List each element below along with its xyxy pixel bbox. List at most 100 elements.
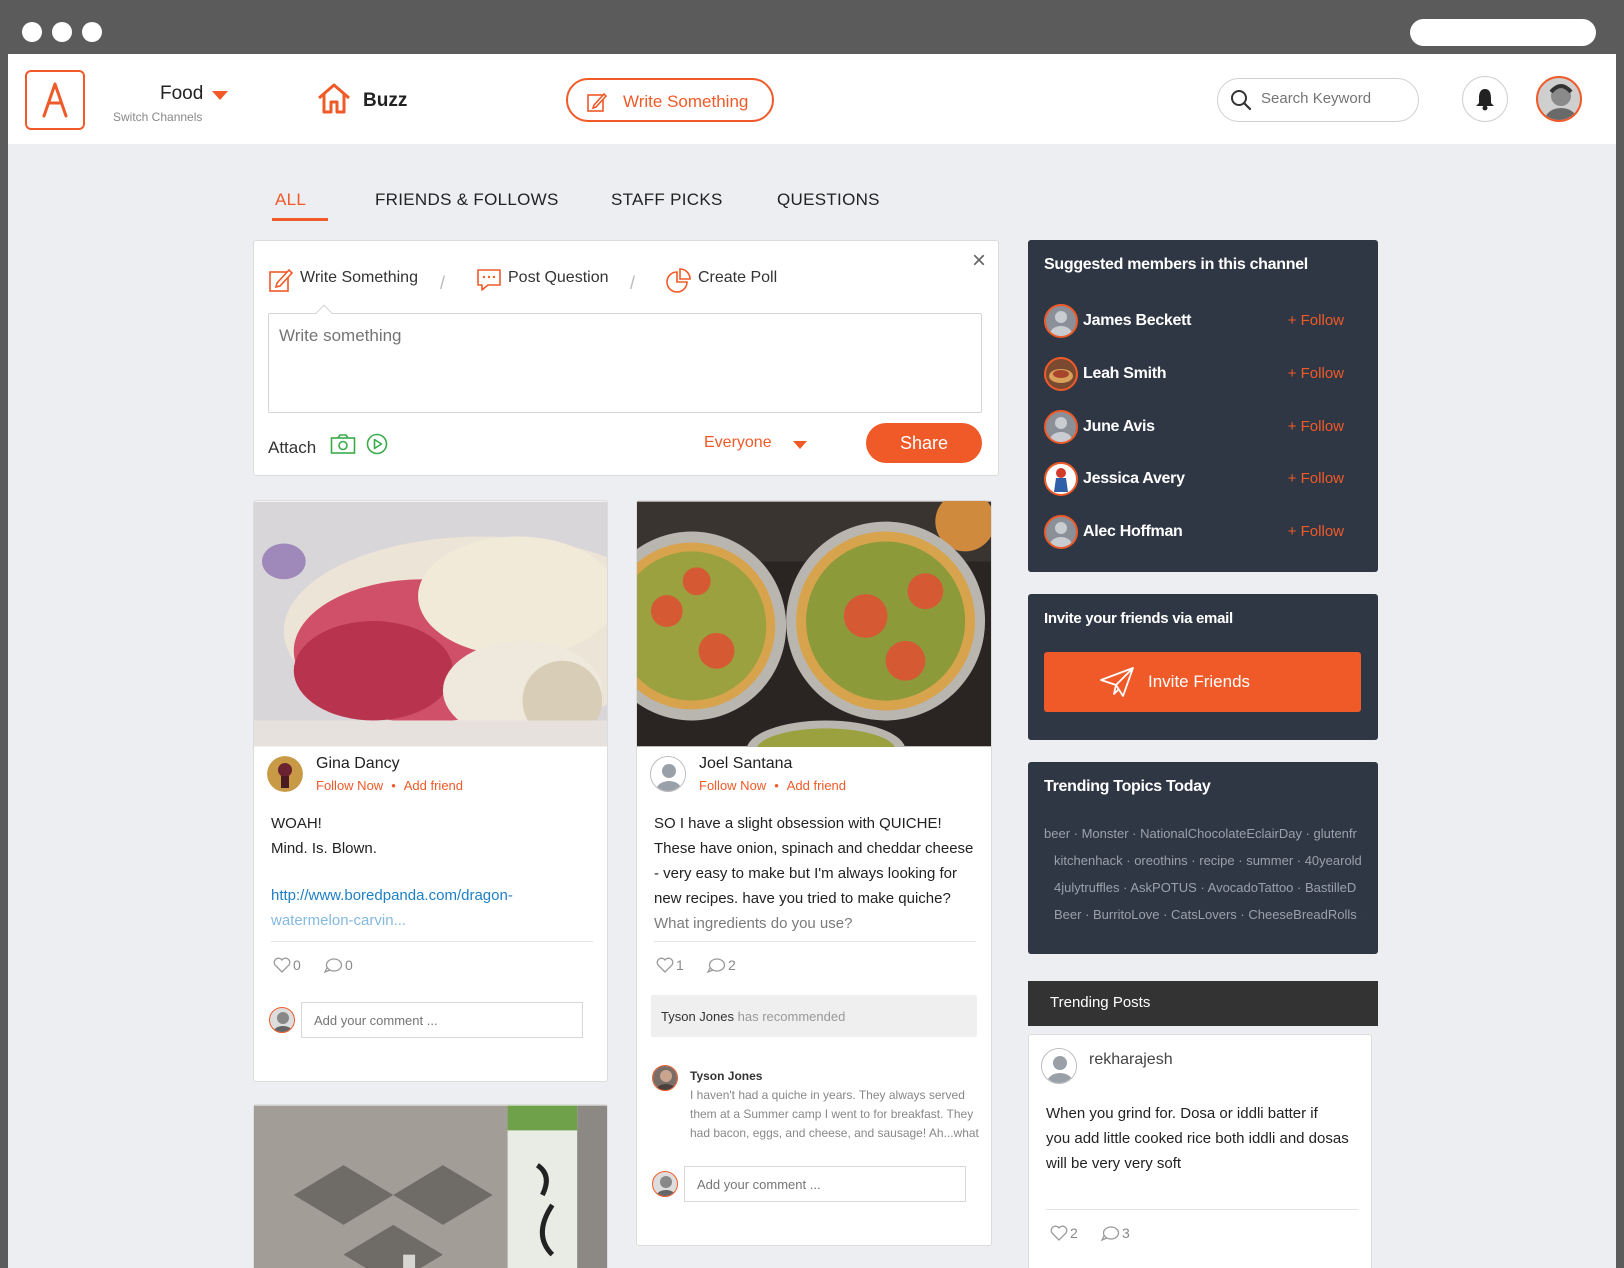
post-image[interactable] xyxy=(254,1105,607,1268)
follow-button[interactable]: + Follow xyxy=(1288,470,1344,487)
avatar[interactable] xyxy=(1044,462,1078,496)
poster-actions: Follow Now • Add friend xyxy=(699,778,846,793)
topic-line[interactable]: beer · Monster · NationalChocolateEclair… xyxy=(1044,820,1362,847)
avatar[interactable] xyxy=(650,756,686,792)
composer-poll-option[interactable]: Create Poll xyxy=(666,268,777,293)
home-icon[interactable] xyxy=(316,82,352,114)
channel-name[interactable]: Food xyxy=(160,83,203,105)
tab-staff-picks[interactable]: STAFF PICKS xyxy=(611,190,723,210)
add-friend-link[interactable]: Add friend xyxy=(787,778,846,793)
notifications-button[interactable] xyxy=(1462,76,1508,122)
post-image[interactable] xyxy=(637,501,991,747)
avatar[interactable] xyxy=(1044,410,1078,444)
post-text-input[interactable] xyxy=(268,313,982,413)
follow-now-link[interactable]: Follow Now xyxy=(699,778,766,793)
poster-name[interactable]: rekharajesh xyxy=(1089,1051,1173,1069)
reply-text-line: had bacon, eggs, and cheese, and sausage… xyxy=(690,1126,979,1140)
member-name[interactable]: June Avis xyxy=(1083,418,1155,436)
reply-author[interactable]: Tyson Jones xyxy=(690,1069,762,1083)
user-avatar[interactable] xyxy=(1536,76,1582,122)
reply-avatar[interactable] xyxy=(652,1065,678,1091)
post-link[interactable]: watermelon-carvin... xyxy=(271,908,591,933)
address-bar[interactable] xyxy=(1410,19,1596,46)
poster-name[interactable]: Joel Santana xyxy=(699,755,792,773)
like-count[interactable]: 0 xyxy=(273,957,301,973)
post-body: SO I have a slight obsession with QUICHE… xyxy=(654,811,984,931)
channel-dropdown-icon[interactable] xyxy=(212,91,228,100)
window-minimize-dot[interactable] xyxy=(52,22,72,42)
topic-line[interactable]: Beer · BurritoLove · CatsLovers · Cheese… xyxy=(1044,901,1362,928)
like-count-value: 1 xyxy=(676,957,684,973)
follow-button[interactable]: + Follow xyxy=(1288,523,1344,540)
comment-icon xyxy=(1100,1226,1120,1242)
member-name[interactable]: Alec Hoffman xyxy=(1083,523,1183,541)
video-icon[interactable] xyxy=(366,433,388,455)
edit-icon xyxy=(587,92,608,112)
avatar[interactable] xyxy=(1041,1048,1077,1084)
attach-label: Attach xyxy=(268,438,317,457)
topic-line[interactable]: kitchenhack · oreothins · recipe · summe… xyxy=(1044,847,1362,874)
post-text-line: will be very very soft xyxy=(1046,1155,1182,1172)
member-name[interactable]: Jessica Avery xyxy=(1083,470,1185,488)
buzz-nav-label[interactable]: Buzz xyxy=(363,90,407,112)
member-row: Jessica Avery + Follow xyxy=(1044,462,1354,498)
post-card xyxy=(253,1104,608,1268)
chevron-down-icon[interactable] xyxy=(793,441,807,449)
avatar-image xyxy=(1054,468,1068,492)
post-image[interactable] xyxy=(254,501,607,747)
audience-select[interactable]: Everyone xyxy=(704,434,772,452)
like-count[interactable]: 2 xyxy=(1050,1225,1078,1241)
comment-count[interactable]: 2 xyxy=(706,957,736,974)
invite-panel: Invite your friends via email Invite Fri… xyxy=(1028,594,1378,740)
follow-button[interactable]: + Follow xyxy=(1288,312,1344,329)
panel-title: Invite your friends via email xyxy=(1044,610,1233,627)
search-box[interactable] xyxy=(1217,78,1419,122)
member-name[interactable]: Leah Smith xyxy=(1083,365,1167,383)
close-icon[interactable]: × xyxy=(972,249,986,273)
comment-input[interactable] xyxy=(684,1166,966,1202)
member-row: Alec Hoffman + Follow xyxy=(1044,515,1354,551)
composer-write-option[interactable]: Write Something xyxy=(268,268,418,292)
comment-input[interactable] xyxy=(301,1002,583,1038)
comment-count[interactable]: 3 xyxy=(1100,1225,1130,1242)
post-link[interactable]: http://www.boredpanda.com/dragon- xyxy=(271,883,591,908)
window-close-dot[interactable] xyxy=(22,22,42,42)
reply-body: I haven't had a quiche in years. They al… xyxy=(690,1086,980,1143)
camera-icon[interactable] xyxy=(330,433,356,455)
post-body: WOAH! Mind. Is. Blown. http://www.boredp… xyxy=(271,811,591,933)
follow-button[interactable]: + Follow xyxy=(1288,365,1344,382)
post-body: When you grind for. Dosa or iddli batter… xyxy=(1046,1101,1366,1176)
post-text-line: new recipes. have you tried to make quic… xyxy=(654,890,951,907)
recommender-name[interactable]: Tyson Jones xyxy=(661,1009,734,1024)
edit-icon xyxy=(269,268,294,292)
write-something-label: Write Something xyxy=(623,92,749,111)
post-text-line: When you grind for. Dosa or iddli batter… xyxy=(1046,1105,1318,1122)
tab-all[interactable]: ALL xyxy=(275,190,306,210)
share-button[interactable]: Share xyxy=(866,423,982,463)
avatar[interactable] xyxy=(1044,357,1078,391)
member-name[interactable]: James Beckett xyxy=(1083,312,1191,330)
search-input[interactable] xyxy=(1261,90,1406,107)
add-friend-link[interactable]: Add friend xyxy=(404,778,463,793)
avatar[interactable] xyxy=(1044,304,1078,338)
app-logo[interactable] xyxy=(25,70,85,130)
dot-separator: • xyxy=(391,778,396,793)
topic-line[interactable]: 4julytruffles · AskPOTUS · AvocadoTattoo… xyxy=(1044,874,1362,901)
tab-questions[interactable]: QUESTIONS xyxy=(777,190,880,210)
window-maximize-dot[interactable] xyxy=(82,22,102,42)
reply-text-line: I haven't had a quiche in years. They al… xyxy=(690,1088,965,1102)
channel-switch-label[interactable]: Switch Channels xyxy=(113,110,202,124)
tab-friends-follows[interactable]: FRIENDS & FOLLOWS xyxy=(375,190,559,210)
follow-now-link[interactable]: Follow Now xyxy=(316,778,383,793)
poster-name[interactable]: Gina Dancy xyxy=(316,755,400,773)
comment-count[interactable]: 0 xyxy=(323,957,353,974)
composer-question-option[interactable]: Post Question xyxy=(476,269,609,291)
avatar[interactable] xyxy=(1044,515,1078,549)
write-something-button[interactable]: Write Something xyxy=(566,78,774,122)
like-count[interactable]: 1 xyxy=(656,957,684,973)
invite-friends-button[interactable]: Invite Friends xyxy=(1044,652,1361,712)
avatar[interactable] xyxy=(267,756,303,792)
post-text-line: WOAH! xyxy=(271,815,322,832)
follow-button[interactable]: + Follow xyxy=(1288,418,1344,435)
logo-a-icon xyxy=(42,82,68,118)
